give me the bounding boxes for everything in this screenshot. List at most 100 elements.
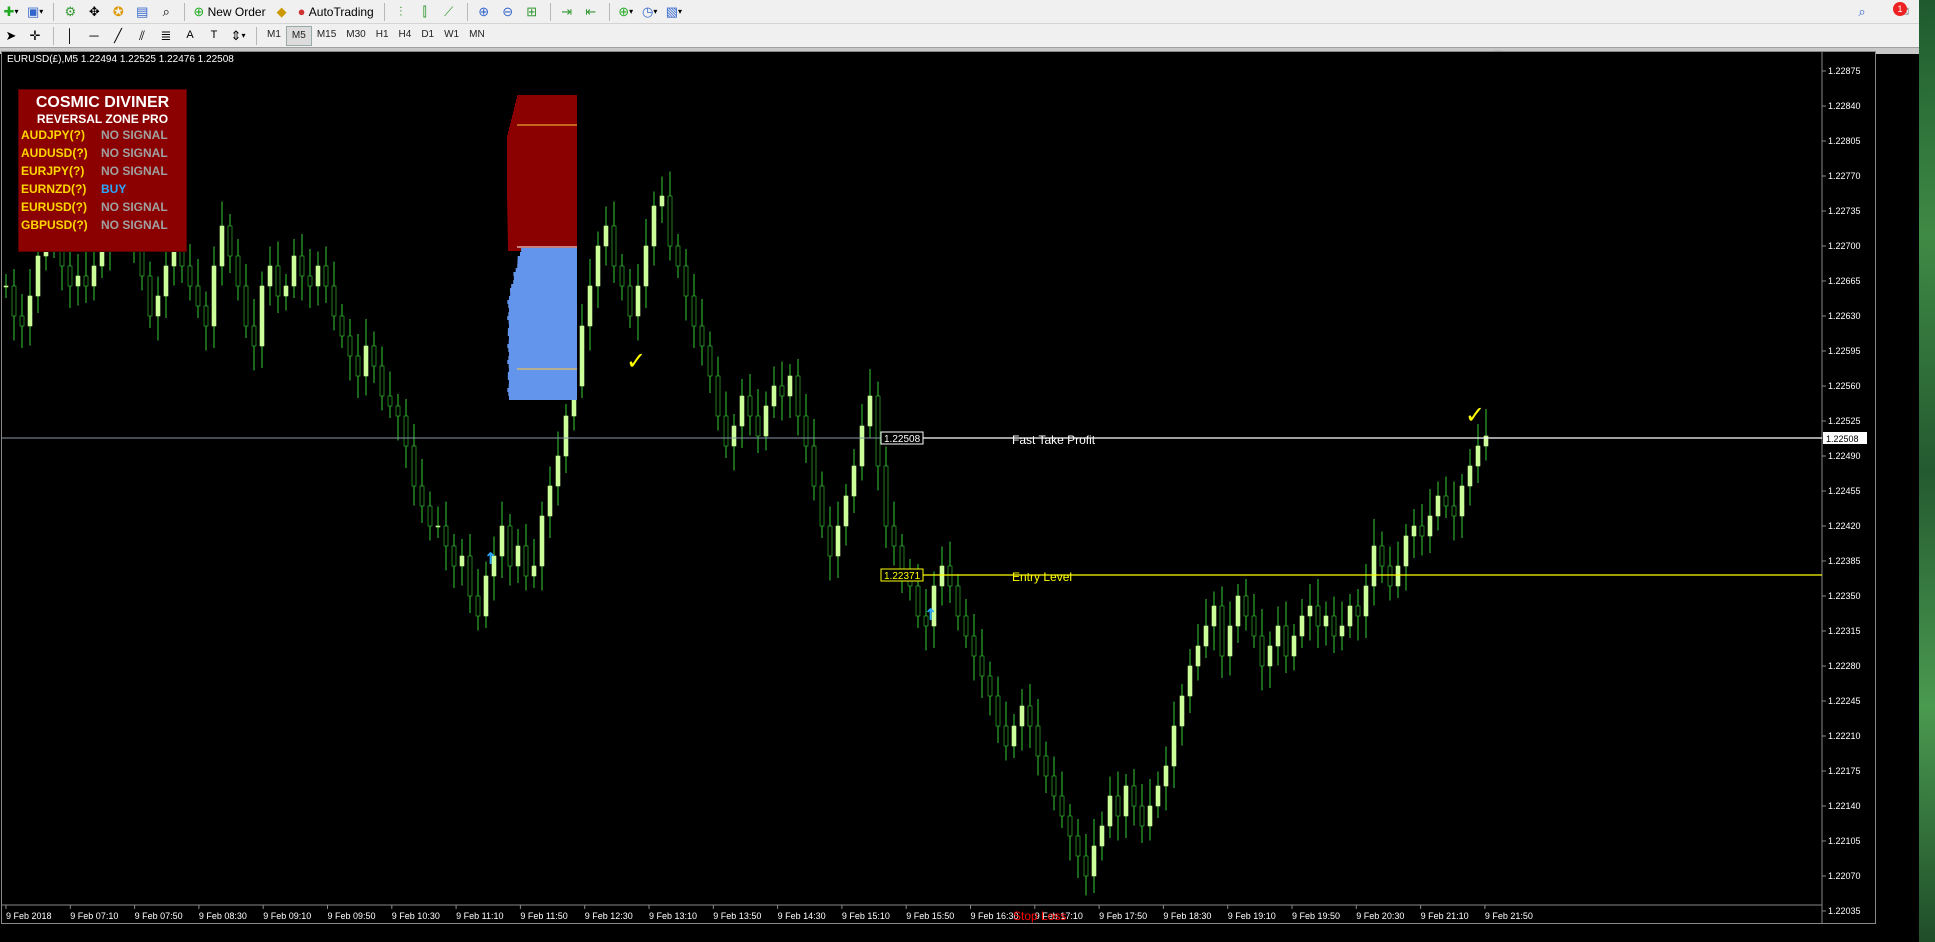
bear-candle: [691, 295, 697, 327]
candlestick-chart: 1.22875 1.22840 1.22805 1.22770 1.22735 1.227…: [2, 52, 1867, 923]
bull-candle: [315, 265, 321, 287]
bull-candle: [515, 545, 521, 567]
histogram-bar-red: [507, 239, 577, 243]
templates-button[interactable]: ▧ ▾: [663, 2, 685, 22]
x-tick-label: 9 Feb 16:30: [971, 911, 1019, 921]
histogram-bar-blue: [511, 284, 577, 288]
histogram-bar-blue: [508, 364, 577, 368]
candlestick-button[interactable]: ⫿: [414, 2, 436, 22]
trendline-button[interactable]: ╱: [107, 26, 129, 46]
new-order-button[interactable]: ⊕ New Order: [190, 2, 268, 22]
bull-candle: [851, 465, 857, 497]
bull-candle: [155, 295, 161, 317]
timeframe-m5[interactable]: M5: [285, 25, 312, 46]
periods-button[interactable]: ◷ ▾: [639, 2, 661, 22]
signal-value: NO SIGNAL: [101, 200, 168, 214]
signal-value: NO SIGNAL: [101, 146, 168, 160]
cursor-button[interactable]: ➤: [0, 26, 22, 46]
histogram-bar-blue: [507, 328, 577, 332]
bar-chart-button[interactable]: ⫶: [390, 2, 412, 22]
crosshair-button[interactable]: ✛: [24, 26, 46, 46]
new-chart-button[interactable]: ✚ ▾: [0, 2, 22, 22]
search-button[interactable]: ⌕: [1851, 2, 1873, 22]
timeframe-mn[interactable]: MN: [464, 26, 490, 44]
bull-candle: [555, 455, 561, 487]
bear-candle: [1083, 855, 1089, 877]
histogram-bar-red: [509, 127, 577, 131]
histogram-bar-blue: [507, 372, 577, 376]
zoom-out-button[interactable]: ⊖: [497, 2, 519, 22]
histogram-bar-blue: [508, 312, 577, 316]
bear-candle: [523, 545, 529, 577]
channel-button[interactable]: ⫽: [131, 26, 153, 46]
bull-candle: [1171, 725, 1177, 767]
toolbar-separator: [184, 2, 186, 21]
bear-candle: [1219, 605, 1225, 657]
fibo-button[interactable]: ≣: [155, 26, 177, 46]
timeframe-m30[interactable]: M30: [341, 26, 370, 44]
data-window-button[interactable]: ✥: [83, 2, 105, 22]
profiles-button[interactable]: ▣ ▾: [24, 2, 46, 22]
bull-candle: [259, 285, 265, 347]
histogram-bar-red: [507, 243, 577, 247]
tester-button[interactable]: ⌕: [155, 2, 177, 22]
label-button[interactable]: T: [203, 26, 225, 46]
search-icon: ⌕: [1858, 4, 1866, 19]
entry-box-label: 1.22371: [884, 571, 921, 582]
tile-windows-button[interactable]: ⊞: [521, 2, 543, 22]
bull-candle: [867, 395, 873, 427]
x-tick-label: 9 Feb 13:10: [649, 911, 697, 921]
text-button[interactable]: A: [179, 26, 201, 46]
vertical-line-button[interactable]: │: [59, 26, 81, 46]
bull-candle: [643, 245, 649, 287]
window-icon: ▣: [27, 4, 40, 19]
metaeditor-button[interactable]: ◆: [271, 2, 293, 22]
panel-title: COSMIC DIVINER: [35, 94, 170, 111]
autotrading-button[interactable]: ● AutoTrading: [295, 2, 377, 22]
zoom-in-button[interactable]: ⊕: [473, 2, 495, 22]
histogram-bar-blue: [508, 336, 577, 340]
bear-candle: [1027, 705, 1033, 727]
autoscroll-button[interactable]: ⇥: [556, 2, 578, 22]
timeframe-m1[interactable]: M1: [262, 26, 286, 44]
indicators-button[interactable]: ⊕ ▾: [615, 2, 637, 22]
bull-candle: [1323, 615, 1329, 627]
x-tick-label: 9 Feb 15:50: [906, 911, 954, 921]
histogram-bar-blue: [510, 292, 577, 296]
signal-row: EURJPY(?) NO SIGNAL: [19, 162, 186, 180]
timeframe-w1[interactable]: W1: [439, 26, 464, 44]
signal-value: NO SIGNAL: [101, 164, 168, 178]
bull-candle: [35, 255, 41, 297]
histogram-bar-red: [507, 175, 577, 179]
bear-candle: [1379, 545, 1385, 567]
bull-candle: [659, 195, 665, 207]
notification-badge[interactable]: 1: [1893, 2, 1907, 16]
signal-row: AUDUSD(?) NO SIGNAL: [19, 144, 186, 162]
up-arrow-icon: ↑: [924, 605, 937, 624]
line-chart-button[interactable]: ⟋: [438, 2, 460, 22]
timeframe-d1[interactable]: D1: [416, 26, 439, 44]
timeframe-h4[interactable]: H4: [394, 26, 417, 44]
price-chart[interactable]: 1.22875 1.22840 1.22805 1.22770 1.22735 1.227…: [1, 51, 1876, 924]
navigator-button[interactable]: ✪: [107, 2, 129, 22]
bear-candle: [1387, 565, 1393, 587]
y-tick-label: 1.22840: [1828, 101, 1861, 111]
bull-candle: [1091, 845, 1097, 877]
zoom-in-icon: ⊕: [478, 4, 490, 19]
histogram-bar-blue: [517, 264, 577, 268]
arrows-icon: ⇕: [230, 28, 242, 43]
market-watch-icon: ⚙: [64, 4, 77, 19]
chart-shift-button[interactable]: ⇤: [580, 2, 602, 22]
terminal-button[interactable]: ▤: [131, 2, 153, 22]
arrows-button[interactable]: ⇕ ▾: [227, 26, 249, 46]
timeframe-m15[interactable]: M15: [312, 26, 341, 44]
signal-value: BUY: [101, 182, 127, 196]
horizontal-line-button[interactable]: ─: [83, 26, 105, 46]
x-tick-label: 9 Feb 2018: [6, 911, 52, 921]
timeframe-h1[interactable]: H1: [371, 26, 394, 44]
autoscroll-icon: ⇥: [561, 4, 573, 19]
market-watch-button[interactable]: ⚙: [59, 2, 81, 22]
check-icon: ✓: [1465, 401, 1485, 429]
bull-candle: [1163, 765, 1169, 787]
bear-candle: [147, 275, 153, 317]
